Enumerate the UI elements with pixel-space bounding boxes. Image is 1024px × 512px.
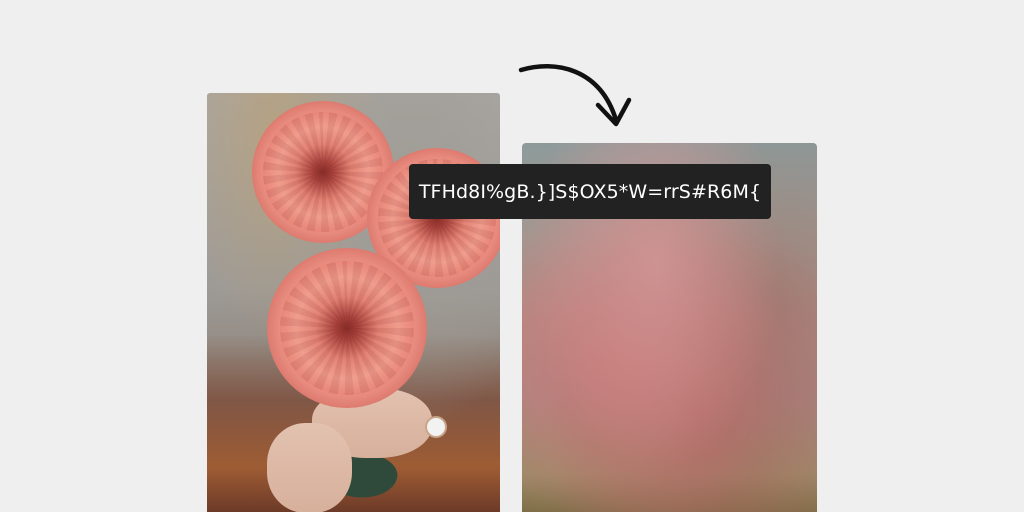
- dahlia-flower: [267, 248, 427, 408]
- hash-badge: TFHd8I%gB.}]S$OX5*W=rrS#R6M{: [409, 164, 771, 219]
- hand: [267, 423, 352, 512]
- hash-text: TFHd8I%gB.}]S$OX5*W=rrS#R6M{: [418, 180, 762, 203]
- watch-icon: [425, 416, 447, 438]
- curved-arrow-icon: [518, 64, 632, 127]
- canvas: TFHd8I%gB.}]S$OX5*W=rrS#R6M{: [0, 0, 1024, 512]
- original-photo: [207, 93, 500, 512]
